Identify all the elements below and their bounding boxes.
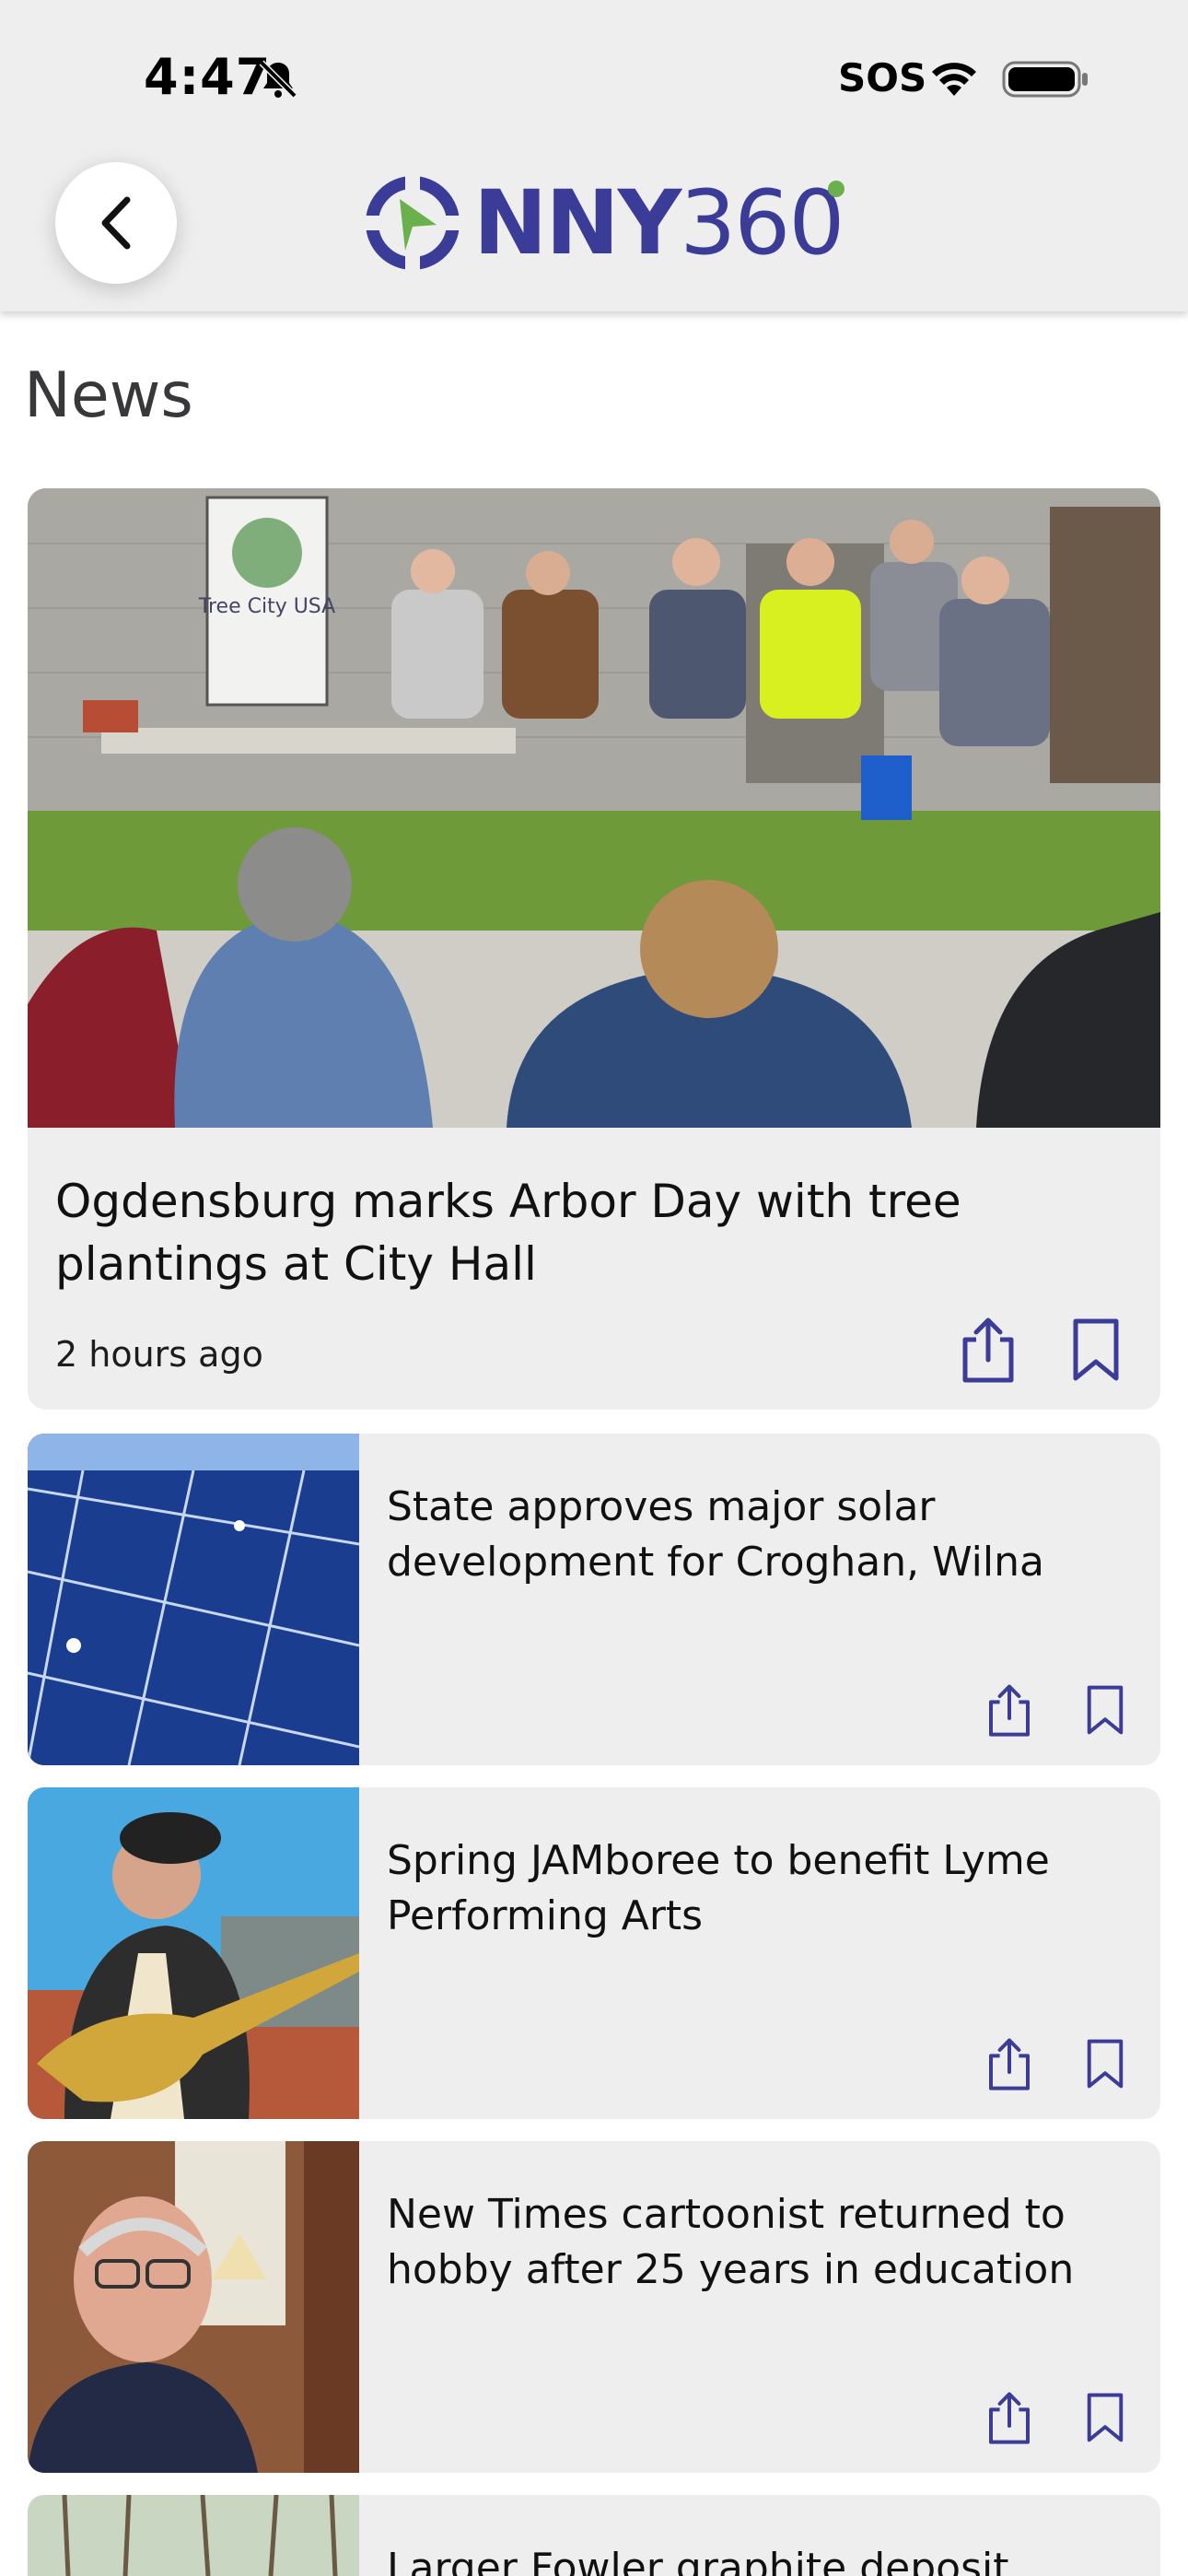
status-time: 4:47 (144, 48, 272, 106)
compass-logo-icon (363, 173, 462, 273)
app-header: 4:47 SOS NNY 360 (0, 0, 1188, 311)
featured-article-card[interactable]: Tree City USA Ogdensburg marks Arbor Day… (28, 488, 1160, 1410)
share-icon[interactable] (984, 2390, 1035, 2447)
bookmark-icon[interactable] (1085, 1684, 1125, 1736)
article-title[interactable]: Larger Fowler graphite deposit could (387, 2541, 1124, 2576)
bell-slash-icon (259, 60, 297, 99)
battery-icon (1002, 61, 1088, 98)
back-chevron-icon (101, 196, 131, 250)
nny360-logo: NNY 360 (361, 171, 844, 275)
featured-article-image[interactable]: Tree City USA (28, 488, 1160, 1128)
solar-panel-image[interactable] (28, 1434, 359, 1765)
cartoonist-image[interactable] (28, 2141, 359, 2473)
article-card[interactable]: State approves major solar development f… (28, 1434, 1160, 1765)
banner-text: Tree City USA (198, 595, 335, 618)
share-icon[interactable] (956, 1316, 1020, 1386)
featured-article-title[interactable]: Ogdensburg marks Arbor Day with tree pla… (55, 1170, 1087, 1295)
logo-text-360: 360 (680, 171, 844, 275)
share-icon[interactable] (984, 1682, 1035, 1739)
bookmark-icon[interactable] (1070, 1317, 1122, 1382)
article-title[interactable]: State approves major solar development f… (387, 1480, 1124, 1590)
back-button[interactable] (55, 162, 177, 284)
forest-image[interactable] (28, 2495, 359, 2576)
bookmark-icon[interactable] (1085, 2392, 1125, 2443)
article-card[interactable]: New Times cartoonist returned to hobby a… (28, 2141, 1160, 2473)
guitarist-image[interactable] (28, 1787, 359, 2119)
article-title[interactable]: New Times cartoonist returned to hobby a… (387, 2187, 1124, 2298)
wifi-icon (932, 63, 976, 96)
share-icon[interactable] (984, 2036, 1035, 2093)
bookmark-icon[interactable] (1085, 2038, 1125, 2090)
article-card[interactable]: Larger Fowler graphite deposit could (28, 2495, 1160, 2576)
featured-article-time: 2 hours ago (55, 1334, 263, 1375)
article-title[interactable]: Spring JAMboree to benefit Lyme Performi… (387, 1833, 1124, 1944)
sos-indicator: SOS (838, 55, 927, 100)
section-title: News (24, 359, 193, 432)
logo-text-nny: NNY (473, 171, 681, 275)
article-card[interactable]: Spring JAMboree to benefit Lyme Performi… (28, 1787, 1160, 2119)
